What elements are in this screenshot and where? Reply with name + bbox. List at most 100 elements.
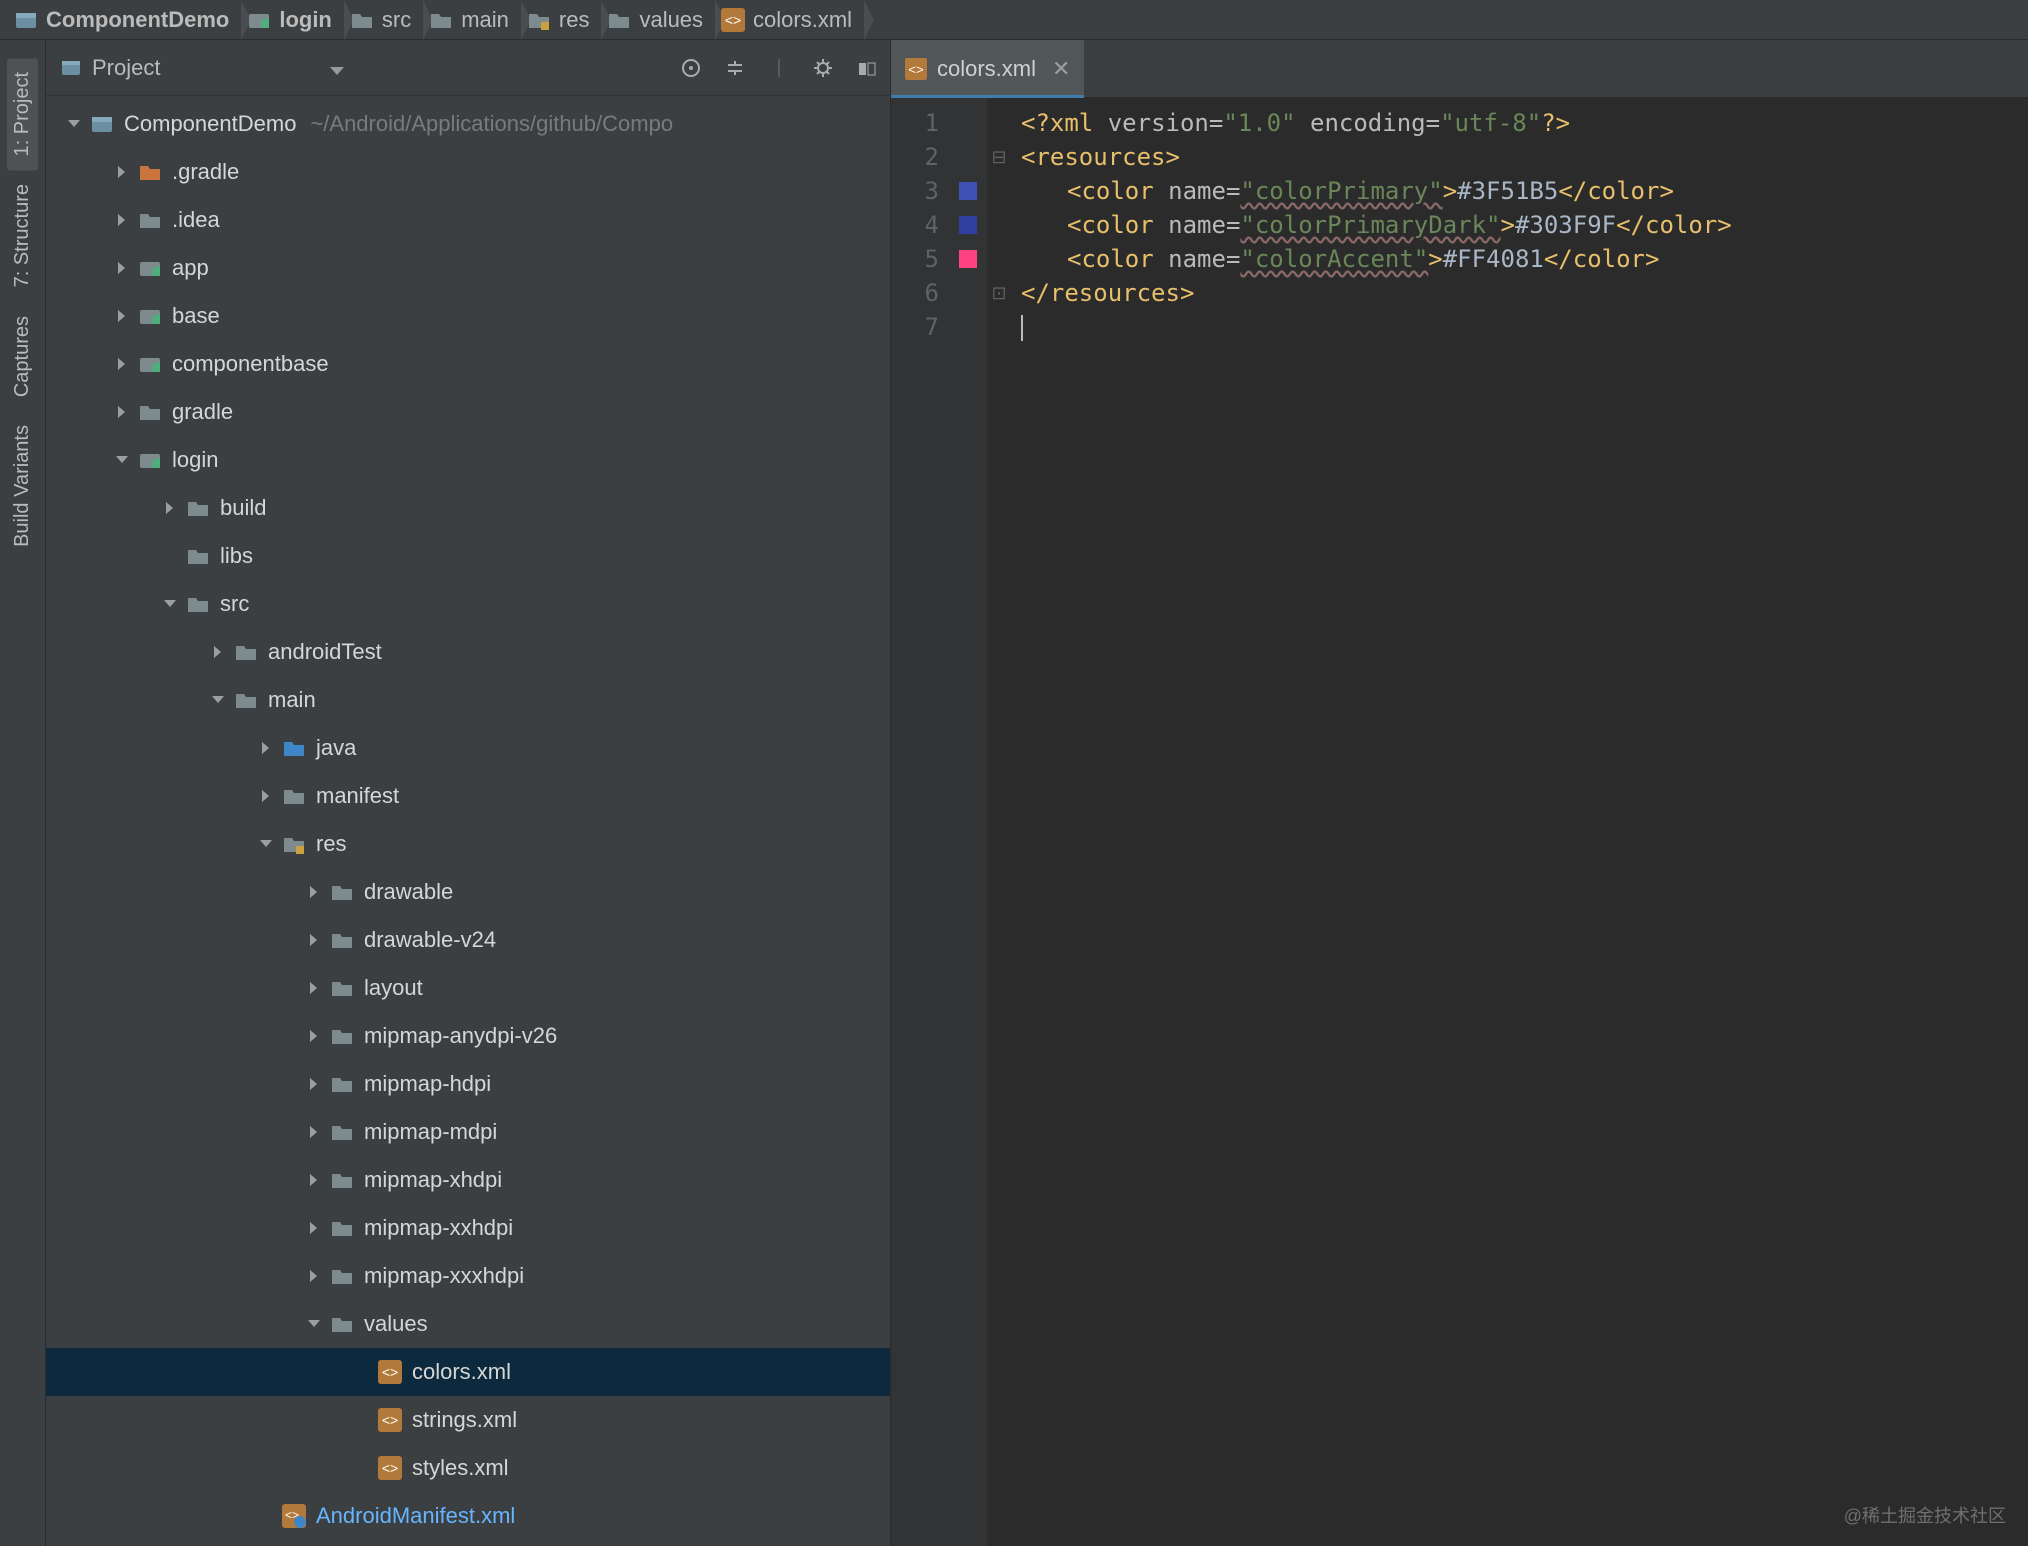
expand-arrow-icon[interactable] <box>302 884 326 900</box>
tree-node[interactable]: main <box>46 676 890 724</box>
hide-panel-icon[interactable] <box>854 55 880 81</box>
xml-icon: <> <box>378 1408 402 1432</box>
tree-node[interactable]: drawable-v24 <box>46 916 890 964</box>
breadcrumb-item[interactable]: src <box>344 0 423 39</box>
editor-tab-label: colors.xml <box>937 56 1036 82</box>
folder-icon <box>429 8 453 32</box>
expand-arrow-icon[interactable] <box>110 164 134 180</box>
tree-node[interactable]: layout <box>46 964 890 1012</box>
folder-icon <box>234 640 258 664</box>
expand-arrow-icon[interactable] <box>110 212 134 228</box>
expand-arrow-icon[interactable] <box>350 1460 374 1476</box>
breadcrumb: ComponentDemologinsrcmainresvalues<>colo… <box>0 0 2028 40</box>
expand-arrow-icon[interactable] <box>158 596 182 612</box>
tree-node[interactable]: .gradle <box>46 148 890 196</box>
code-content[interactable]: <?xml version="1.0" encoding="utf-8"?> <… <box>1011 98 2028 1546</box>
tree-node[interactable]: java <box>46 724 890 772</box>
expand-arrow-icon[interactable] <box>110 452 134 468</box>
breadcrumb-item[interactable]: login <box>241 0 344 39</box>
gutter-marks[interactable] <box>949 98 987 1546</box>
tool-tab[interactable]: 1: Project <box>7 58 38 170</box>
project-tree[interactable]: ComponentDemo~/Android/Applications/gith… <box>46 96 890 1546</box>
tree-node[interactable]: <> strings.xml <box>46 1396 890 1444</box>
tree-node[interactable]: ComponentDemo~/Android/Applications/gith… <box>46 100 890 148</box>
expand-arrow-icon[interactable] <box>206 644 230 660</box>
expand-arrow-icon[interactable] <box>62 116 86 132</box>
expand-arrow-icon[interactable] <box>302 1268 326 1284</box>
expand-arrow-icon[interactable] <box>302 1076 326 1092</box>
expand-arrow-icon[interactable] <box>254 836 278 852</box>
tree-node[interactable]: mipmap-xhdpi <box>46 1156 890 1204</box>
expand-arrow-icon[interactable] <box>302 932 326 948</box>
collapse-all-icon[interactable] <box>722 55 748 81</box>
expand-arrow-icon[interactable] <box>110 260 134 276</box>
expand-arrow-icon[interactable] <box>302 1316 326 1332</box>
tree-node-label: manifest <box>316 783 399 809</box>
expand-arrow-icon[interactable] <box>302 1028 326 1044</box>
breadcrumb-item[interactable]: res <box>521 0 602 39</box>
tree-node[interactable]: src <box>46 580 890 628</box>
expand-arrow-icon[interactable] <box>254 740 278 756</box>
tree-node[interactable]: app <box>46 244 890 292</box>
tree-node[interactable]: mipmap-hdpi <box>46 1060 890 1108</box>
expand-arrow-icon[interactable] <box>110 404 134 420</box>
tree-node-label: strings.xml <box>412 1407 517 1433</box>
target-icon[interactable] <box>678 55 704 81</box>
tree-node[interactable]: mipmap-xxxhdpi <box>46 1252 890 1300</box>
expand-arrow-icon[interactable] <box>158 500 182 516</box>
tree-node[interactable]: drawable <box>46 868 890 916</box>
tree-node[interactable]: login <box>46 436 890 484</box>
tree-node[interactable]: res <box>46 820 890 868</box>
folder-icon <box>234 688 258 712</box>
tree-node-label: gradle <box>172 399 233 425</box>
close-icon[interactable]: ✕ <box>1052 56 1070 82</box>
tree-node[interactable]: manifest <box>46 772 890 820</box>
folder-icon <box>330 928 354 952</box>
expand-arrow-icon[interactable] <box>254 1508 278 1524</box>
expand-arrow-icon[interactable] <box>350 1364 374 1380</box>
tree-node[interactable]: <>styles.xml <box>46 1444 890 1492</box>
tree-node[interactable]: mipmap-mdpi <box>46 1108 890 1156</box>
breadcrumb-item[interactable]: values <box>601 0 715 39</box>
tree-node[interactable]: base <box>46 292 890 340</box>
divider <box>766 55 792 81</box>
tool-tab[interactable]: Captures <box>7 302 38 411</box>
fold-open-icon[interactable]: ⊟ <box>991 147 1006 168</box>
expand-arrow-icon[interactable] <box>110 356 134 372</box>
tree-node[interactable]: androidTest <box>46 628 890 676</box>
tree-node[interactable]: .idea <box>46 196 890 244</box>
tree-node[interactable]: <>colors.xml <box>46 1348 890 1396</box>
color-swatch-icon[interactable] <box>959 250 977 268</box>
expand-arrow-icon[interactable] <box>302 1124 326 1140</box>
project-view-selector[interactable]: Project <box>92 55 344 81</box>
color-swatch-icon[interactable] <box>959 182 977 200</box>
expand-arrow-icon[interactable] <box>206 692 230 708</box>
tool-tab[interactable]: 7: Structure <box>7 170 38 301</box>
tool-tab[interactable]: Build Variants <box>7 411 38 561</box>
editor-tab-colors[interactable]: <> colors.xml ✕ <box>891 40 1084 97</box>
expand-arrow-icon[interactable] <box>158 548 182 564</box>
folder-icon <box>330 1024 354 1048</box>
expand-arrow-icon[interactable] <box>350 1412 374 1428</box>
tree-node[interactable]: values <box>46 1300 890 1348</box>
expand-arrow-icon[interactable] <box>254 788 278 804</box>
expand-arrow-icon[interactable] <box>110 308 134 324</box>
expand-arrow-icon[interactable] <box>302 1220 326 1236</box>
tree-node[interactable]: componentbase <box>46 340 890 388</box>
expand-arrow-icon[interactable] <box>302 980 326 996</box>
fold-gutter[interactable]: ⊟⊡ <box>987 98 1011 1546</box>
breadcrumb-item[interactable]: main <box>423 0 521 39</box>
tree-node[interactable]: gradle <box>46 388 890 436</box>
tree-node[interactable]: <>AndroidManifest.xml <box>46 1492 890 1540</box>
color-swatch-icon[interactable] <box>959 216 977 234</box>
tree-node[interactable]: mipmap-xxhdpi <box>46 1204 890 1252</box>
tree-node[interactable]: build <box>46 484 890 532</box>
expand-arrow-icon[interactable] <box>302 1172 326 1188</box>
tree-node[interactable]: libs <box>46 532 890 580</box>
fold-close-icon[interactable]: ⊡ <box>991 283 1006 304</box>
gear-icon[interactable] <box>810 55 836 81</box>
breadcrumb-item[interactable]: ComponentDemo <box>8 0 241 39</box>
breadcrumb-item[interactable]: <>colors.xml <box>715 0 864 39</box>
line-number-gutter[interactable]: 1234567 <box>891 98 949 1546</box>
tree-node[interactable]: mipmap-anydpi-v26 <box>46 1012 890 1060</box>
